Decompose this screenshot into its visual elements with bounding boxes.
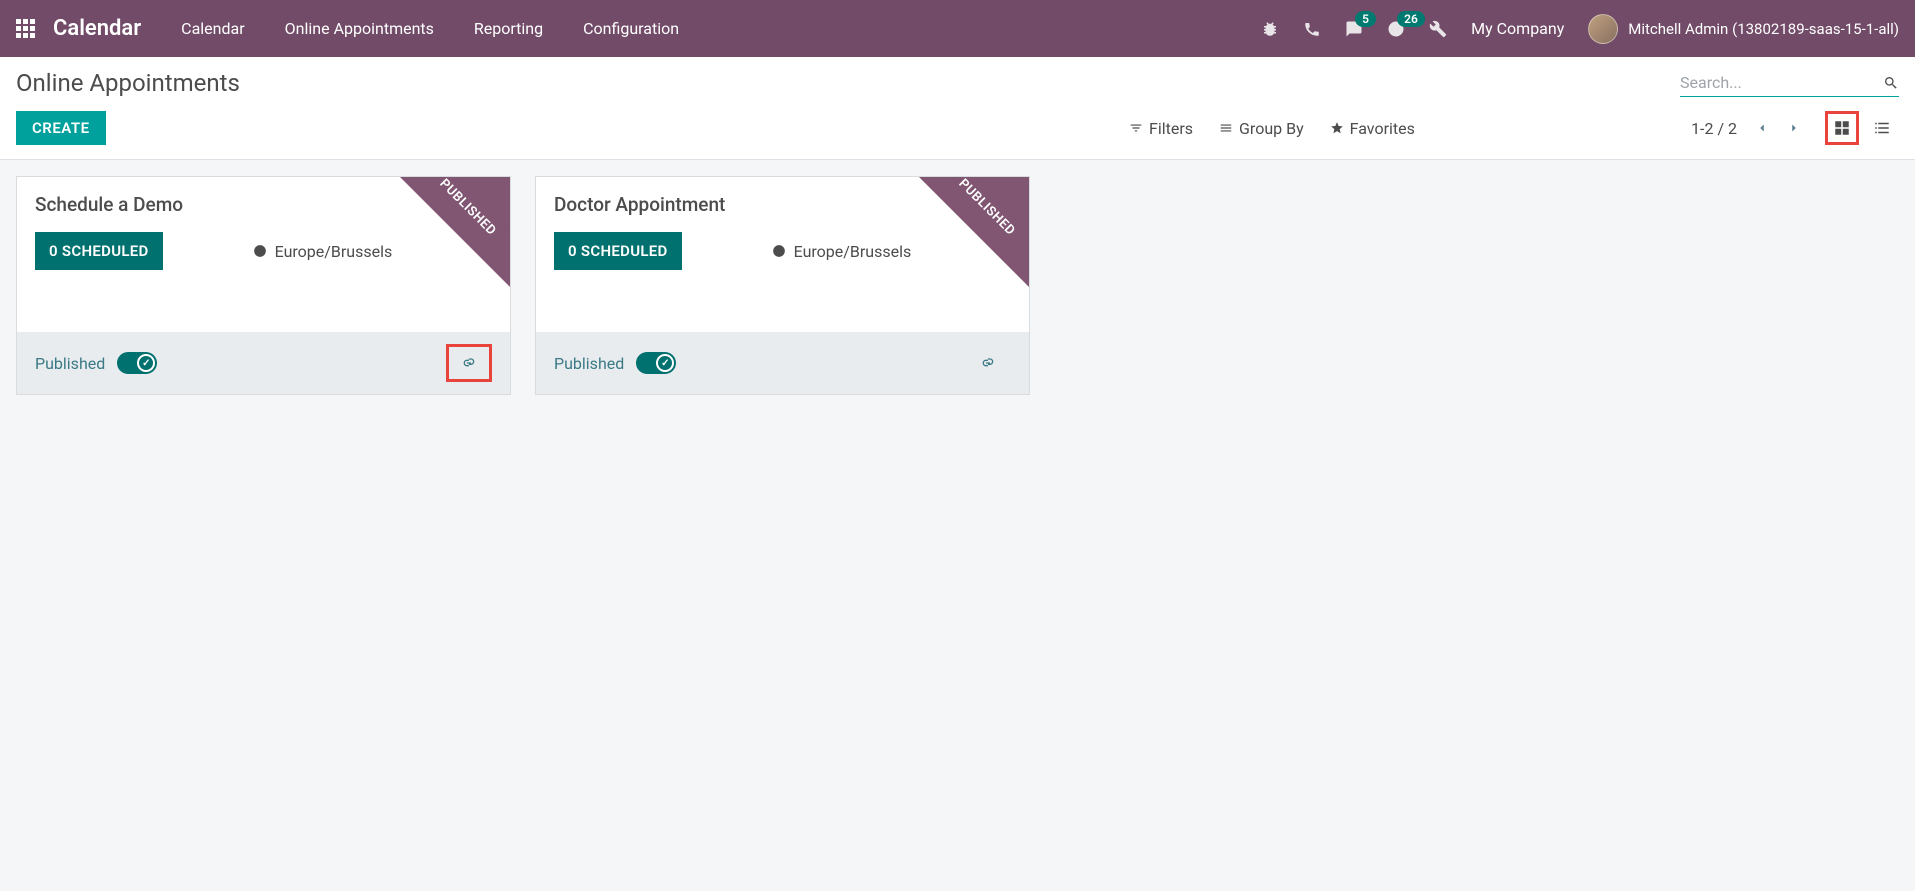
card-footer: Published xyxy=(17,332,510,394)
navbar: Calendar Calendar Online Appointments Re… xyxy=(0,0,1915,57)
search-input[interactable] xyxy=(1680,73,1883,92)
page-title: Online Appointments xyxy=(16,69,240,97)
create-button[interactable]: CREATE xyxy=(16,111,106,145)
avatar xyxy=(1588,14,1618,44)
share-link-button[interactable] xyxy=(965,344,1011,382)
pager-prev-icon[interactable] xyxy=(1755,121,1769,135)
nav-right: 5 26 My Company Mitchell Admin (13802189… xyxy=(1261,14,1899,44)
published-toggle[interactable] xyxy=(636,352,676,374)
kanban-icon xyxy=(1833,119,1851,137)
user-name: Mitchell Admin (13802189-saas-15-1-all) xyxy=(1628,20,1899,38)
toggle-knob xyxy=(656,354,674,372)
nav-menu: Calendar Online Appointments Reporting C… xyxy=(181,19,679,38)
pager-text: 1-2 / 2 xyxy=(1691,119,1737,138)
appointment-card[interactable]: PUBLISHED Doctor Appointment 0 SCHEDULED… xyxy=(535,176,1030,395)
published-label: Published xyxy=(35,354,105,373)
published-toggle[interactable] xyxy=(117,352,157,374)
view-switch xyxy=(1825,111,1899,145)
groupby-label: Group By xyxy=(1239,119,1304,138)
filter-group: Filters Group By Favorites xyxy=(1129,119,1415,138)
funnel-icon xyxy=(1129,121,1143,135)
filters-label: Filters xyxy=(1149,119,1193,138)
list-icon xyxy=(1219,121,1233,135)
tools-icon[interactable] xyxy=(1429,20,1447,38)
footer-left: Published xyxy=(554,352,676,374)
apps-icon[interactable] xyxy=(16,19,35,38)
star-icon xyxy=(1330,121,1344,135)
nav-configuration[interactable]: Configuration xyxy=(583,19,679,38)
appointment-card[interactable]: PUBLISHED Schedule a Demo 0 SCHEDULED Eu… xyxy=(16,176,511,395)
nav-calendar[interactable]: Calendar xyxy=(181,19,244,38)
share-link-button[interactable] xyxy=(446,344,492,382)
user-menu[interactable]: Mitchell Admin (13802189-saas-15-1-all) xyxy=(1588,14,1899,44)
link-icon xyxy=(461,355,477,371)
kanban-container: PUBLISHED Schedule a Demo 0 SCHEDULED Eu… xyxy=(0,160,1915,411)
control-panel: Online Appointments CREATE Filters Group… xyxy=(0,57,1915,160)
phone-icon[interactable] xyxy=(1303,20,1321,38)
card-body: PUBLISHED Doctor Appointment 0 SCHEDULED… xyxy=(536,177,1029,332)
clock-small-icon xyxy=(772,244,786,258)
pager-next-icon[interactable] xyxy=(1787,121,1801,135)
footer-left: Published xyxy=(35,352,157,374)
card-footer: Published xyxy=(536,332,1029,394)
clock-small-icon xyxy=(253,244,267,258)
card-body: PUBLISHED Schedule a Demo 0 SCHEDULED Eu… xyxy=(17,177,510,332)
published-label: Published xyxy=(554,354,624,373)
list-view-icon xyxy=(1873,119,1891,137)
scheduled-badge[interactable]: 0 SCHEDULED xyxy=(554,232,682,270)
filters-menu[interactable]: Filters xyxy=(1129,119,1193,138)
timezone: Europe/Brussels xyxy=(772,242,912,261)
search-icon[interactable] xyxy=(1883,75,1899,91)
search-area xyxy=(1680,69,1899,97)
scheduled-badge[interactable]: 0 SCHEDULED xyxy=(35,232,163,270)
activities-wrap[interactable]: 26 xyxy=(1387,20,1405,38)
company-name[interactable]: My Company xyxy=(1471,19,1564,38)
messages-wrap[interactable]: 5 xyxy=(1345,20,1363,38)
toggle-knob xyxy=(137,354,155,372)
bug-icon[interactable] xyxy=(1261,20,1279,38)
brand-title[interactable]: Calendar xyxy=(53,16,141,41)
favorites-menu[interactable]: Favorites xyxy=(1330,119,1415,138)
activities-badge: 26 xyxy=(1397,11,1425,27)
list-view-button[interactable] xyxy=(1865,111,1899,145)
pager: 1-2 / 2 xyxy=(1691,119,1801,138)
timezone-text: Europe/Brussels xyxy=(794,242,912,261)
link-icon xyxy=(980,355,996,371)
messages-badge: 5 xyxy=(1355,11,1376,27)
timezone: Europe/Brussels xyxy=(253,242,393,261)
timezone-text: Europe/Brussels xyxy=(275,242,393,261)
groupby-menu[interactable]: Group By xyxy=(1219,119,1304,138)
nav-reporting[interactable]: Reporting xyxy=(474,19,543,38)
nav-online-appointments[interactable]: Online Appointments xyxy=(285,19,434,38)
kanban-view-button[interactable] xyxy=(1825,111,1859,145)
favorites-label: Favorites xyxy=(1350,119,1415,138)
